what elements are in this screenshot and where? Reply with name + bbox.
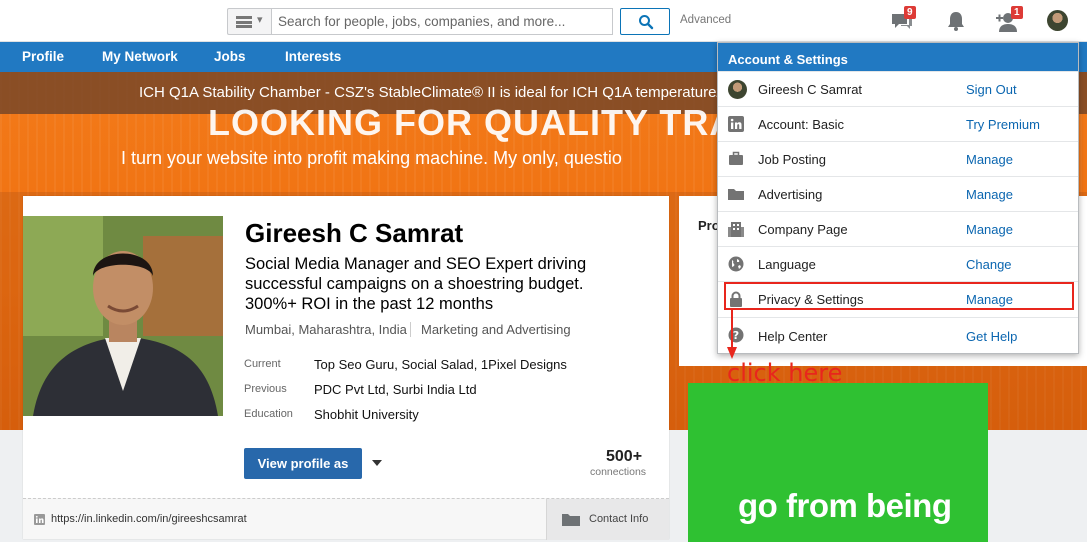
nav-interests[interactable]: Interests [285,49,341,64]
connections-count: 500+ [606,448,643,465]
contact-info-button[interactable]: Contact Info [546,499,669,540]
nav-my-network[interactable]: My Network [102,49,178,64]
dropdown-row-help: ? Help Center Get Help [718,317,1078,354]
contact-card-icon [562,514,580,526]
dropdown-row-advertising: Advertising Manage [718,176,1078,211]
bell-icon [948,12,964,31]
banner-subline: I turn your website into profit making m… [121,148,622,168]
profile-industry[interactable]: Marketing and Advertising [410,322,571,337]
nav-jobs[interactable]: Jobs [214,49,246,64]
advertisement[interactable]: go from being [688,383,988,542]
click-here-annotation: click here [727,359,843,387]
ad-text: go from being [738,487,952,524]
job-posting-manage-link[interactable]: Manage [966,152,1013,167]
folder-icon [728,189,744,200]
language-change-link[interactable]: Change [966,257,1012,272]
dropdown-row-language: Language Change [718,246,1078,281]
dropdown-label-language: Language [758,257,816,272]
dropdown-label-job-posting: Job Posting [758,152,826,167]
dropdown-label-account: Account: Basic [758,117,844,132]
advanced-search-link[interactable]: Advanced [680,14,731,26]
previous-label: Previous [244,383,287,395]
globe-icon [728,256,744,272]
messages-badge: 9 [904,6,916,19]
user-avatar-icon [728,80,747,99]
connections-badge: 1 [1011,6,1023,19]
search-category-menu-button[interactable]: ▾ [227,8,271,35]
profile-location[interactable]: Mumbai, Maharashtra, India [245,322,407,337]
profile-name: Gireesh C Samrat [245,218,464,248]
hamburger-icon [236,16,252,28]
dropdown-label-company-page: Company Page [758,222,848,237]
help-center-link[interactable]: Get Help [966,329,1017,344]
top-bar: ▾ Advanced 9 1 [0,0,1087,42]
public-profile-url[interactable]: https://in.linkedin.com/in/gireeshcsamra… [51,513,247,525]
dropdown-row-account: Account: Basic Try Premium [718,106,1078,141]
dropdown-label-profile[interactable]: Gireesh C Samrat [758,82,862,97]
nav-profile[interactable]: Profile [22,49,64,64]
contact-info-label: Contact Info [589,513,649,525]
try-premium-link[interactable]: Try Premium [966,117,1040,132]
dropdown-label-advertising: Advertising [758,187,823,202]
account-avatar[interactable] [1047,10,1068,31]
dropdown-header: Account & Settings [718,43,1078,71]
profile-card-footer: https://in.linkedin.com/in/gireeshcsamra… [23,498,669,540]
profile-photo-illustration [23,216,223,416]
annotation-arrow-head [727,347,737,359]
add-connections-button[interactable]: 1 [995,6,1023,33]
view-profile-dropdown-icon[interactable] [372,460,382,466]
company-page-manage-link[interactable]: Manage [966,222,1013,237]
advertising-manage-link[interactable]: Manage [966,187,1013,202]
search-input[interactable] [271,8,613,35]
current-label: Current [244,358,281,370]
education-value[interactable]: Shobhit University [314,407,419,422]
chevron-down-icon: ▾ [257,14,263,26]
dropdown-row-company-page: Company Page Manage [718,211,1078,246]
education-label: Education [244,408,293,420]
search-icon [639,15,654,30]
current-value[interactable]: Top Seo Guru, Social Salad, 1Pixel Desig… [314,357,567,372]
linkedin-icon [34,514,45,525]
dropdown-row-profile: Gireesh C Samrat Sign Out [718,71,1078,106]
briefcase-icon [729,151,743,165]
search-button[interactable] [620,8,670,35]
building-icon [728,222,744,237]
linkedin-icon [728,116,744,132]
svg-text:?: ? [733,329,739,342]
profile-photo[interactable] [23,216,223,416]
profile-card: Gireesh C Samrat Social Media Manager an… [23,196,669,540]
connections-label: connections [590,466,647,478]
profile-headline: Social Media Manager and SEO Expert driv… [245,255,587,313]
sign-out-link[interactable]: Sign Out [966,82,1017,97]
banner-headline: LOOKING FOR QUALITY TRAI [208,102,748,143]
privacy-highlight-box [724,282,1074,310]
dropdown-row-job-posting: Job Posting Manage [718,141,1078,176]
messages-button[interactable]: 9 [890,6,916,33]
previous-value[interactable]: PDC Pvt Ltd, Surbi India Ltd [314,382,477,397]
view-profile-as-button[interactable]: View profile as [244,448,362,479]
dropdown-label-help: Help Center [758,329,828,344]
annotation-arrow [731,310,733,350]
notifications-button[interactable] [944,9,968,33]
